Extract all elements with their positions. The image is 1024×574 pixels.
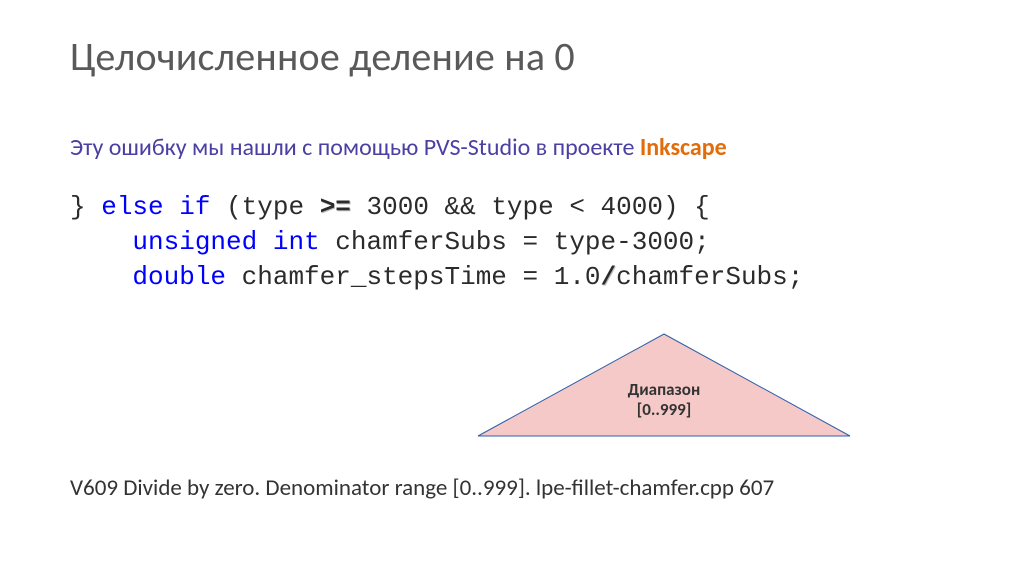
kw-double: double [132,262,226,292]
annotation-callout: Диапазон [0..999] [474,332,854,442]
code-block: } else if (type >= 3000 && type < 4000) … [70,190,954,295]
code-text: chamfer_stepsTime = 1.0 [226,262,600,292]
operator-gte: >= [320,192,351,222]
kw-else: else [101,192,163,222]
kw-unsigned: unsigned [132,227,257,257]
annotation-line1: Диапазон [628,379,700,400]
code-text [164,192,180,222]
code-text [257,227,273,257]
annotation-label: Диапазон [0..999] [474,380,854,419]
annotation-line2: [0..999] [637,399,692,420]
slide-container: Целочисленное деление на 0 Эту ошибку мы… [0,0,1024,574]
slide-subtitle: Эту ошибку мы нашли с помощью PVS-Studio… [70,133,954,162]
slide-title: Целочисленное деление на 0 [70,32,954,81]
code-text: chamferSubs; [616,262,803,292]
code-text: (type [210,192,319,222]
code-text: } [70,192,101,222]
code-text: chamferSubs = type-3000; [320,227,710,257]
operator-divide: / [601,262,617,292]
diagnostic-message: V609 Divide by zero. Denominator range [… [70,474,774,502]
subtitle-text: Эту ошибку мы нашли с помощью PVS-Studio… [70,133,640,162]
code-indent [70,262,132,292]
code-indent [70,227,132,257]
project-name: Inkscape [640,133,727,162]
kw-int: int [273,227,320,257]
kw-if: if [179,192,210,222]
code-text: 3000 && type < 4000) { [351,192,710,222]
